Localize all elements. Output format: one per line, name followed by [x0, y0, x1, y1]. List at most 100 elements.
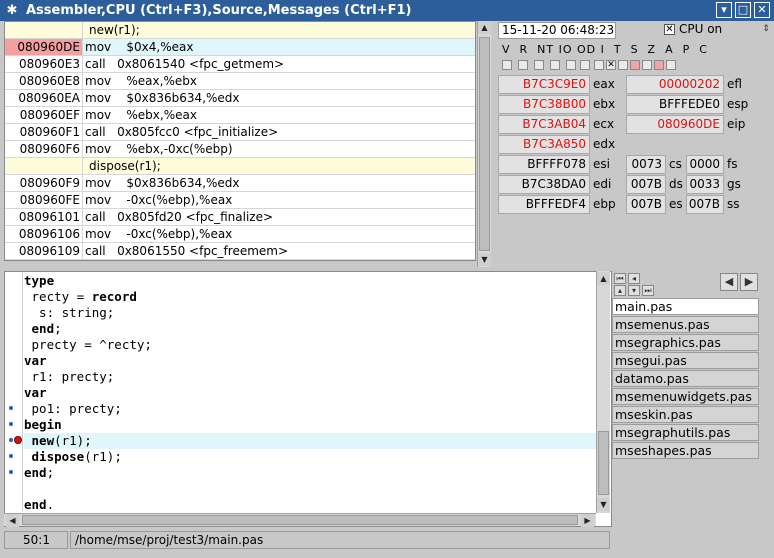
- dock-splitter[interactable]: ⇕: [761, 21, 773, 271]
- flag-z[interactable]: [642, 60, 652, 70]
- reg-ebx-value[interactable]: B7C38B00: [498, 95, 590, 114]
- asm-row[interactable]: 080960E3 call 0x8061540 <fpc_getmem>: [5, 56, 475, 73]
- close-button[interactable]: ✕: [754, 2, 770, 18]
- maximize-button[interactable]: □: [735, 2, 751, 18]
- source-editor[interactable]: type recty = record s: string; end; prec…: [4, 271, 612, 527]
- breakpoint-marker-icon[interactable]: [9, 406, 13, 410]
- flag-p[interactable]: [666, 60, 676, 70]
- reg-eip-value[interactable]: 080960DE: [626, 115, 724, 134]
- flag-o[interactable]: [580, 60, 590, 70]
- source-horizontal-scrollbar[interactable]: ◀ ▶: [4, 513, 596, 527]
- source-line[interactable]: dispose(r1);: [24, 449, 601, 465]
- source-line[interactable]: var: [24, 353, 601, 369]
- scroll-thumb[interactable]: [598, 431, 609, 495]
- reg-eax-value[interactable]: B7C3C9E0: [498, 75, 590, 94]
- source-line[interactable]: type: [24, 273, 601, 289]
- asm-row[interactable]: 080960E8 mov %eax,%ebx: [5, 73, 475, 90]
- asm-row[interactable]: 080960FE mov -0xc(%ebp),%eax: [5, 192, 475, 209]
- nav-prev-icon[interactable]: ◂: [628, 273, 640, 284]
- asm-row-current[interactable]: 080960DE mov $0x4,%eax: [5, 39, 475, 56]
- file-tab[interactable]: main.pas: [612, 298, 759, 315]
- file-tab[interactable]: msemenuwidgets.pas: [612, 388, 759, 405]
- source-line[interactable]: po1: precty;: [24, 401, 601, 417]
- asm-row[interactable]: 080960EF mov %ebx,%eax: [5, 107, 475, 124]
- reg-es-value[interactable]: 007B: [626, 195, 666, 214]
- breakpoint-marker-icon[interactable]: [9, 422, 13, 426]
- asm-source-line[interactable]: new(r1);: [5, 22, 475, 39]
- reg-ecx-value[interactable]: B7C3AB04: [498, 115, 590, 134]
- file-tab[interactable]: mseshapes.pas: [612, 442, 759, 459]
- scroll-up-icon[interactable]: ▲: [478, 21, 491, 34]
- reg-ebp-value[interactable]: BFFFEDF4: [498, 195, 590, 214]
- reg-ds-value[interactable]: 007B: [626, 175, 666, 194]
- tab-scroll-left-icon[interactable]: ◀: [720, 273, 738, 291]
- flag-io[interactable]: [550, 60, 560, 70]
- breakpoint-marker-icon[interactable]: [9, 470, 13, 474]
- source-line[interactable]: recty = record: [24, 289, 601, 305]
- reg-efl-value[interactable]: 00000202: [626, 75, 724, 94]
- source-line[interactable]: r1: precty;: [24, 369, 601, 385]
- asm-vertical-scrollbar[interactable]: ▲ ▼: [477, 21, 491, 267]
- assembler-panel[interactable]: new(r1); 080960DE mov $0x4,%eax 080960E3 c…: [4, 21, 476, 261]
- reg-cs-value[interactable]: 0073: [626, 155, 666, 174]
- asm-row[interactable]: 080960EA mov $0x836b634,%edx: [5, 90, 475, 107]
- nav-down-icon[interactable]: ▾: [628, 285, 640, 296]
- file-tab[interactable]: mseskin.pas: [612, 406, 759, 423]
- source-line-current[interactable]: new(r1);: [24, 433, 601, 449]
- source-line[interactable]: begin: [24, 417, 601, 433]
- source-line[interactable]: end;: [24, 321, 601, 337]
- reg-ss-value[interactable]: 007B: [686, 195, 724, 214]
- flag-d[interactable]: [594, 60, 604, 70]
- asm-row[interactable]: 08096101 call 0x805fd20 <fpc_finalize>: [5, 209, 475, 226]
- cpu-on-checkbox[interactable]: ✕: [664, 24, 675, 35]
- splitter-grip-icon[interactable]: ⇕: [761, 23, 771, 49]
- breakpoint-marker-icon[interactable]: [9, 438, 13, 442]
- source-line[interactable]: end;: [24, 465, 601, 481]
- flag-r[interactable]: [518, 60, 528, 70]
- file-tab[interactable]: msegraphics.pas: [612, 334, 759, 351]
- asm-row[interactable]: 080960F1 call 0x805fcc0 <fpc_initialize>: [5, 124, 475, 141]
- scroll-thumb[interactable]: [22, 515, 578, 525]
- source-vertical-scrollbar[interactable]: ▲ ▼: [596, 271, 610, 513]
- source-line[interactable]: s: string;: [24, 305, 601, 321]
- flag-s[interactable]: [630, 60, 640, 70]
- flag-a[interactable]: [654, 60, 664, 70]
- asm-row[interactable]: 08096109 call 0x8061550 <fpc_freemem>: [5, 243, 475, 260]
- file-tab[interactable]: datamo.pas: [612, 370, 759, 387]
- source-gutter[interactable]: [5, 272, 23, 511]
- scroll-down-icon[interactable]: ▼: [597, 498, 610, 511]
- reg-edx-value[interactable]: B7C3A850: [498, 135, 590, 154]
- reg-esi-value[interactable]: BFFFF078: [498, 155, 590, 174]
- tab-scroll-right-icon[interactable]: ▶: [740, 273, 758, 291]
- reg-gs-value[interactable]: 0033: [686, 175, 724, 194]
- source-line[interactable]: var: [24, 385, 601, 401]
- asm-source-line[interactable]: dispose(r1);: [5, 158, 475, 175]
- scroll-right-icon[interactable]: ▶: [581, 514, 594, 527]
- flag-v[interactable]: [502, 60, 512, 70]
- flag-i[interactable]: ✕: [606, 60, 616, 70]
- asm-row[interactable]: 080960F9 mov $0x836b634,%edx: [5, 175, 475, 192]
- source-line[interactable]: end.: [24, 497, 601, 513]
- nav-up-icon[interactable]: ▴: [614, 285, 626, 296]
- file-tab[interactable]: msegraphutils.pas: [612, 424, 759, 441]
- source-line[interactable]: precty = ^recty;: [24, 337, 601, 353]
- flag-nt[interactable]: [534, 60, 544, 70]
- reg-edi-value[interactable]: B7C38DA0: [498, 175, 590, 194]
- flag-od[interactable]: [566, 60, 576, 70]
- breakpoint-marker-icon[interactable]: [9, 454, 13, 458]
- flag-t[interactable]: [618, 60, 628, 70]
- nav-last-icon[interactable]: ⏭: [642, 285, 654, 296]
- scroll-left-icon[interactable]: ◀: [6, 514, 19, 527]
- reg-fs-value[interactable]: 0000: [686, 155, 724, 174]
- scroll-up-icon[interactable]: ▲: [597, 272, 610, 285]
- breakpoint-active-icon[interactable]: [14, 436, 22, 444]
- scroll-down-icon[interactable]: ▼: [478, 253, 491, 266]
- nav-first-icon[interactable]: ⏮: [614, 273, 626, 284]
- asm-row[interactable]: 08096106 mov -0xc(%ebp),%eax: [5, 226, 475, 243]
- file-tab[interactable]: msemenus.pas: [612, 316, 759, 333]
- file-tab[interactable]: msegui.pas: [612, 352, 759, 369]
- menu-down-icon[interactable]: ▾: [716, 2, 732, 18]
- reg-esp-value[interactable]: BFFFEDE0: [626, 95, 724, 114]
- scroll-thumb[interactable]: [479, 37, 490, 251]
- asm-row[interactable]: 080960F6 mov %ebx,-0xc(%ebp): [5, 141, 475, 158]
